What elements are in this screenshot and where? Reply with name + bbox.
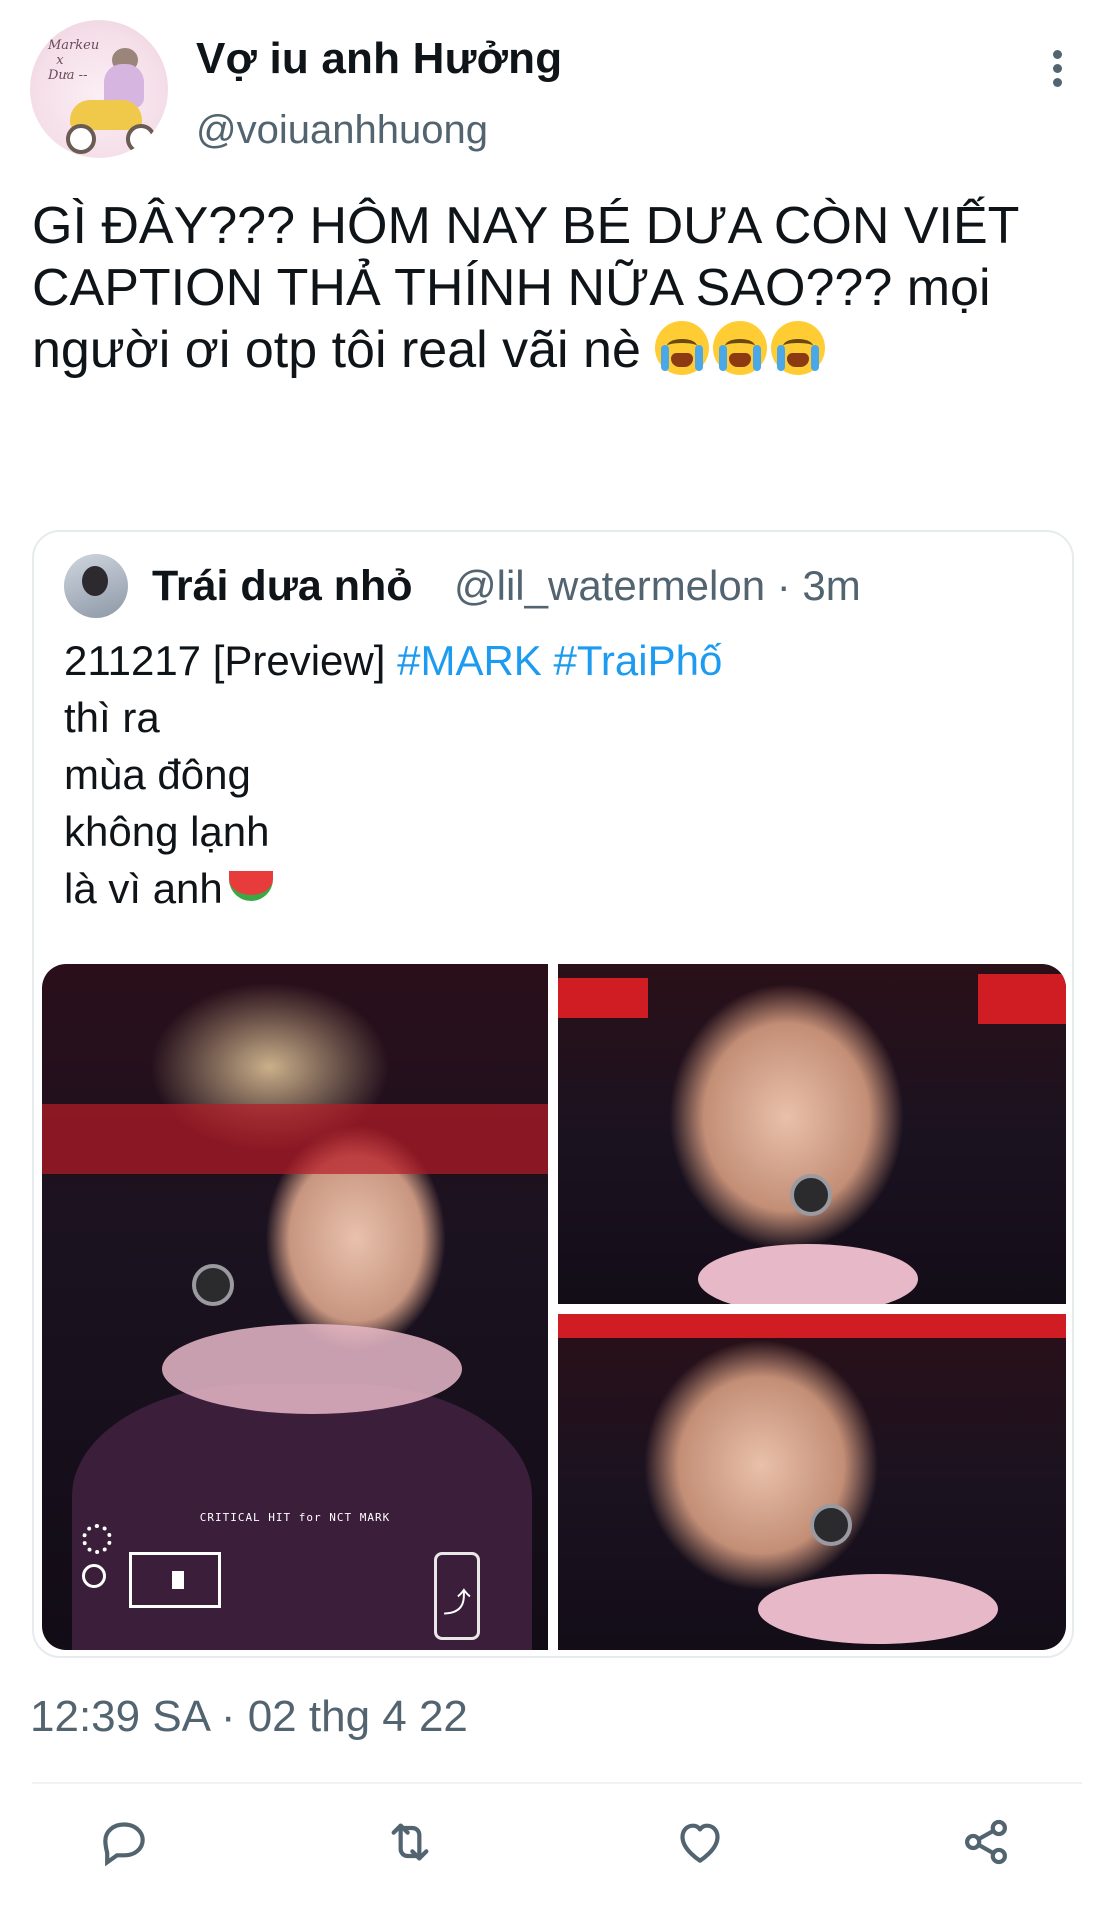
quoted-line-4: không lạnh — [64, 808, 270, 855]
tweet-timestamp[interactable]: 12:39 SA · 02 thg 4 22 — [30, 1692, 468, 1742]
quoted-author-handle-time: @lil_watermelon · 3m — [454, 562, 861, 609]
magnifier-icon — [82, 1564, 106, 1588]
avatar-wheel — [126, 124, 156, 154]
stage-light — [558, 1314, 1066, 1338]
photo-1[interactable]: CRITICAL HIT for NCT MARK ⤴ — [42, 964, 548, 1650]
quoted-tweet-card[interactable]: Trái dưa nhỏ @lil_watermelon · 3m 211217… — [32, 530, 1074, 1658]
loudly-crying-face-icon — [771, 321, 826, 375]
tweet-text-content: GÌ ĐÂY??? HÔM NAY BÉ DƯA CÒN VIẾT CAPTIO… — [32, 197, 1033, 379]
stage-light — [558, 978, 648, 1018]
author-avatar[interactable]: Markeu x Dưa -- — [30, 20, 168, 158]
loudly-crying-face-icon — [655, 321, 710, 375]
photo-2[interactable] — [558, 964, 1066, 1304]
quoted-line-5: là vì anh — [64, 860, 722, 917]
quoted-line-1: 211217 [Preview] #MARK #TraiPhố — [64, 637, 723, 684]
quoted-tweet-text: 211217 [Preview] #MARK #TraiPhố thì ra m… — [64, 632, 722, 917]
stage-light — [42, 1104, 548, 1174]
photo-watermark: CRITICAL HIT for NCT MARK — [199, 1511, 391, 1524]
author-display-name[interactable]: Vợ iu anh Hưởng — [196, 34, 562, 84]
like-icon[interactable] — [672, 1814, 728, 1870]
more-vertical-icon[interactable] — [1050, 50, 1064, 87]
gear-icon — [82, 1524, 112, 1554]
headset-mic — [790, 1174, 832, 1216]
tweet-text: GÌ ĐÂY??? HÔM NAY BÉ DƯA CÒN VIẾT CAPTIO… — [32, 195, 1092, 381]
phone-upload-icon: ⤴ — [434, 1552, 480, 1640]
headset-mic — [192, 1264, 234, 1306]
stage-light — [978, 974, 1066, 1024]
photo-3[interactable] — [558, 1314, 1066, 1650]
hashtag-mark[interactable]: #MARK — [397, 637, 542, 684]
hashtag-traipho[interactable]: #TraiPhố — [553, 637, 722, 684]
quoted-line-3: mùa đông — [64, 751, 251, 798]
divider — [32, 1782, 1082, 1784]
ruffle-collar — [162, 1324, 462, 1414]
watermelon-icon — [228, 871, 273, 901]
share-icon[interactable] — [958, 1814, 1014, 1870]
headset-mic — [810, 1504, 852, 1546]
avatar-wheel — [66, 124, 96, 154]
loudly-crying-face-icon — [713, 321, 768, 375]
ruffle-collar — [758, 1574, 998, 1644]
retweet-icon[interactable] — [382, 1814, 438, 1870]
ruffle-collar — [698, 1244, 918, 1304]
reply-icon[interactable] — [96, 1814, 152, 1870]
avatar-scribble: Markeu x Dưa -- — [48, 38, 100, 83]
quoted-line-2: thì ra — [64, 694, 160, 741]
viewfinder-icon — [129, 1552, 221, 1608]
quoted-author-name[interactable]: Trái dưa nhỏ — [152, 562, 413, 611]
author-handle[interactable]: @voiuanhhuong — [196, 108, 488, 153]
quoted-author-avatar[interactable] — [64, 554, 128, 618]
quoted-media-grid: CRITICAL HIT for NCT MARK ⤴ — [42, 964, 1066, 1650]
